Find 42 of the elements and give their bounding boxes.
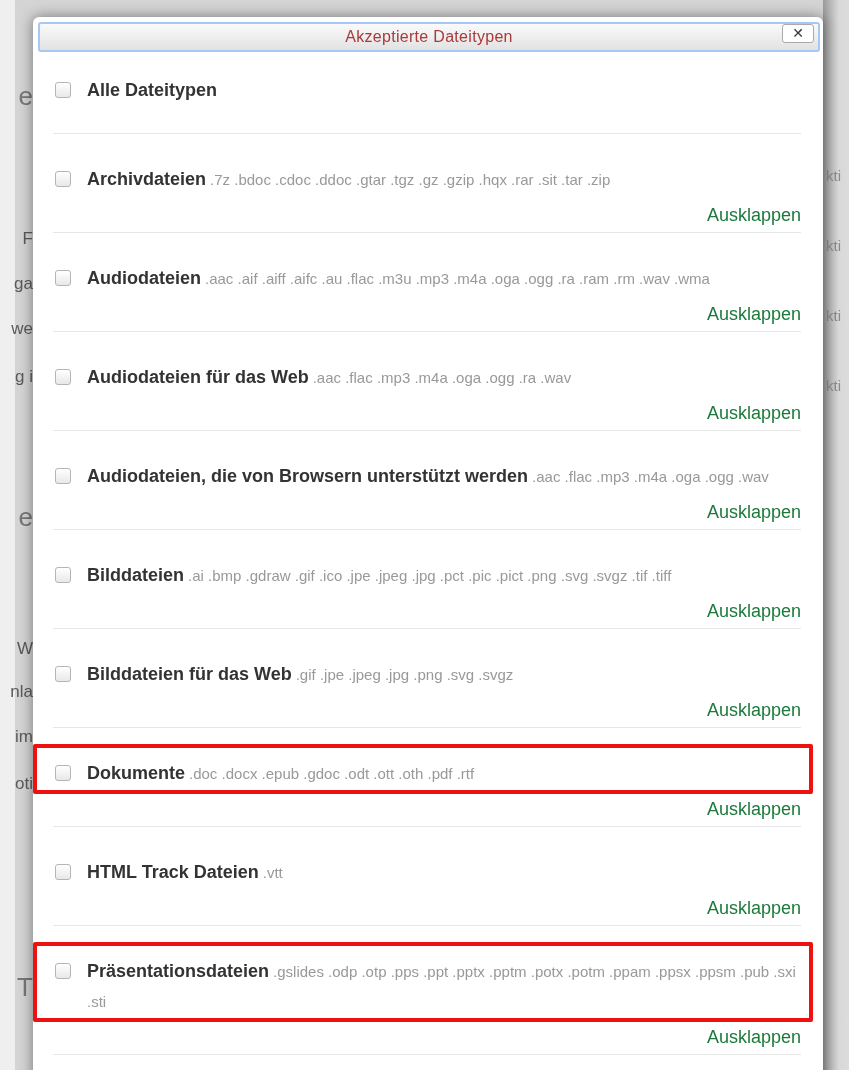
file-type-label: Audiodateien, die von Browsern unterstützt werden .aac .flac .mp3 .m4a .oga .ogg .wav	[87, 465, 770, 488]
background-text: e	[18, 503, 33, 531]
expand-link[interactable]: Ausklappen	[706, 799, 801, 819]
background-text: oti	[15, 773, 33, 795]
file-type-label: Archivdateien .7z .bdoc .cdoc .ddoc .gtar .tgz .gz .gzip .hqx .rar .sit .tar .zip	[87, 168, 612, 191]
expand-link[interactable]: Ausklappen	[706, 700, 801, 720]
expand-link[interactable]: Ausklappen	[706, 601, 801, 621]
checkbox[interactable]	[55, 369, 71, 385]
expand-link[interactable]: Ausklappen	[706, 1027, 801, 1047]
checkbox[interactable]	[55, 270, 71, 286]
background-text: ga	[14, 273, 33, 295]
checkbox[interactable]	[55, 171, 71, 187]
background-text: nla	[10, 681, 33, 703]
background-text: F	[22, 228, 33, 250]
background-text: e	[18, 82, 33, 110]
expand-link[interactable]: Ausklappen	[706, 304, 801, 324]
background-text: im	[15, 726, 33, 748]
checkbox[interactable]	[55, 864, 71, 880]
background-text: g i	[15, 366, 33, 388]
file-type-label: Dokumente .doc .docx .epub .gdoc .odt .ott .oth .pdf .rtf	[87, 762, 476, 785]
expand-link[interactable]: Ausklappen	[706, 403, 801, 423]
file-type-label: Alle Dateitypen	[87, 79, 219, 102]
expand-link[interactable]: Ausklappen	[706, 898, 801, 918]
close-button[interactable]: ✕	[782, 24, 814, 43]
file-type-label: Audiodateien .aac .aif .aiff .aifc .au .flac .m3u .mp3 .m4a .oga .ogg .ra .ram .rm .wav .wma	[87, 267, 711, 290]
dialog-title: Akzeptierte Dateitypen	[345, 28, 513, 46]
checkbox[interactable]	[55, 567, 71, 583]
file-type-label: Audiodateien für das Web .aac .flac .mp3 .m4a .oga .ogg .ra .wav	[87, 366, 573, 389]
file-type-label: HTML Track Dateien .vtt	[87, 861, 284, 884]
expand-link[interactable]: Ausklappen	[706, 205, 801, 225]
checkbox[interactable]	[55, 82, 71, 98]
file-type-label: Bilddateien für das Web .gif .jpe .jpeg .jpg .png .svg .svgz	[87, 663, 515, 686]
checkbox[interactable]	[55, 765, 71, 781]
checkbox[interactable]	[55, 666, 71, 682]
checkbox[interactable]	[55, 468, 71, 484]
background-text: we	[11, 318, 33, 340]
file-type-label: Bilddateien .ai .bmp .gdraw .gif .ico .jpe .jpeg .jpg .pct .pic .pict .png .svg .svgz .tif .tiff	[87, 564, 673, 587]
checkbox[interactable]	[55, 963, 71, 979]
background-text: T	[17, 973, 33, 1001]
expand-link[interactable]: Ausklappen	[706, 502, 801, 522]
background-text: W	[16, 638, 33, 660]
file-type-label: Präsentationsdateien .gslides .odp .otp .pps .ppt .pptx .pptm .potx .potm .ppam .ppsx .ppsm .pub .sxi .sti	[87, 960, 797, 1012]
